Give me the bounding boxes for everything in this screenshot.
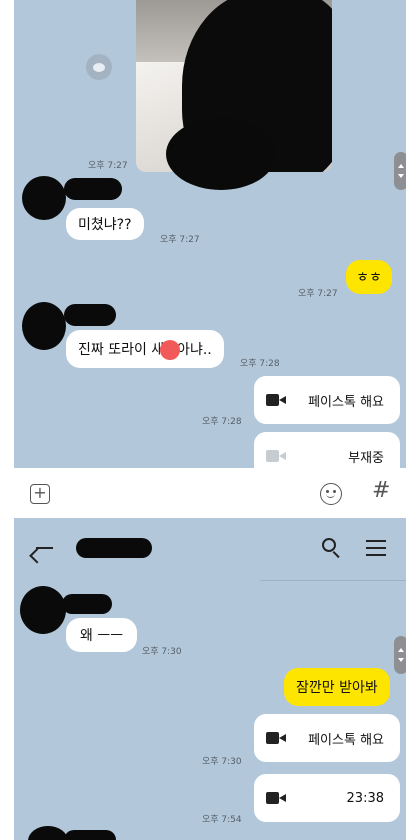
call-label: 부재중 <box>348 450 384 466</box>
message-bubble-received[interactable]: 미쳤냐?? <box>66 208 144 240</box>
call-label: 페이스톡 해요 <box>308 394 384 410</box>
message-input-bar: + # <box>14 468 406 518</box>
hash-button[interactable]: # <box>372 478 390 503</box>
sender-name-redacted <box>62 594 112 614</box>
share-icon[interactable] <box>86 54 112 80</box>
divider <box>260 580 406 581</box>
plus-button[interactable]: + <box>30 484 50 504</box>
chat-panel-bottom[interactable]: 왜 ㅡㅡ 오후 7:30 잠깐만 받아봐 페이스톡 해요 오후 7:30 23:… <box>14 580 406 840</box>
message-timestamp: 오후 7:30 <box>202 757 242 767</box>
facetalk-call-card[interactable]: 페이스톡 해요 <box>254 376 400 424</box>
message-text: 왜 ㅡㅡ <box>80 628 124 644</box>
sender-name-redacted <box>64 178 122 200</box>
message-bubble-sent[interactable]: ㅎㅎ <box>346 260 392 294</box>
scroll-handle[interactable] <box>394 636 406 674</box>
avatar[interactable] <box>28 826 68 840</box>
video-camera-icon <box>266 394 286 406</box>
avatar[interactable] <box>22 176 66 220</box>
video-camera-icon <box>266 732 286 744</box>
avatar[interactable] <box>20 586 66 634</box>
facetalk-call-card[interactable]: 23:38 <box>254 774 400 822</box>
missed-video-call-icon <box>266 450 286 462</box>
call-label: 페이스톡 해요 <box>308 732 384 748</box>
message-bubble-sent[interactable]: 잠깐만 받아봐 <box>284 668 390 706</box>
redaction-mark <box>160 340 180 360</box>
emoticon-icon[interactable] <box>320 483 342 505</box>
scroll-handle[interactable] <box>394 152 406 190</box>
back-arrow-icon[interactable] <box>29 538 54 564</box>
chat-panel-top[interactable]: 오후 7:27 미쳤냐?? 오후 7:27 ㅎㅎ 오후 7:27 진짜 또라이 … <box>14 0 406 468</box>
menu-icon[interactable] <box>366 540 386 556</box>
message-timestamp: 오후 7:54 <box>202 815 242 825</box>
missed-call-card[interactable]: 부재중 <box>254 432 400 468</box>
search-icon[interactable] <box>322 538 342 559</box>
message-text: 진짜 또라이 새끼아냐.. <box>78 342 212 358</box>
chat-title-redacted <box>76 538 152 558</box>
message-text: 미쳤냐?? <box>78 217 132 233</box>
message-timestamp: 오후 7:27 <box>298 289 338 299</box>
sender-name-redacted <box>64 304 116 326</box>
call-duration: 23:38 <box>346 790 384 806</box>
avatar[interactable] <box>22 302 66 350</box>
photo-timestamp: 오후 7:27 <box>88 161 128 171</box>
facetalk-call-card[interactable]: 페이스톡 해요 <box>254 714 400 762</box>
message-bubble-received[interactable]: 진짜 또라이 새끼아냐.. <box>66 330 224 368</box>
message-text: ㅎㅎ <box>356 270 382 286</box>
chat-header <box>14 518 406 580</box>
message-bubble-received[interactable]: 왜 ㅡㅡ <box>66 618 138 652</box>
sender-name-redacted <box>64 830 116 840</box>
message-timestamp: 오후 7:30 <box>142 647 182 657</box>
message-timestamp: 오후 7:27 <box>160 235 200 245</box>
redaction-mark <box>166 118 276 190</box>
video-camera-icon <box>266 792 286 804</box>
message-timestamp: 오후 7:28 <box>202 417 242 427</box>
message-timestamp: 오후 7:28 <box>240 359 280 369</box>
message-text: 잠깐만 받아봐 <box>296 680 378 696</box>
